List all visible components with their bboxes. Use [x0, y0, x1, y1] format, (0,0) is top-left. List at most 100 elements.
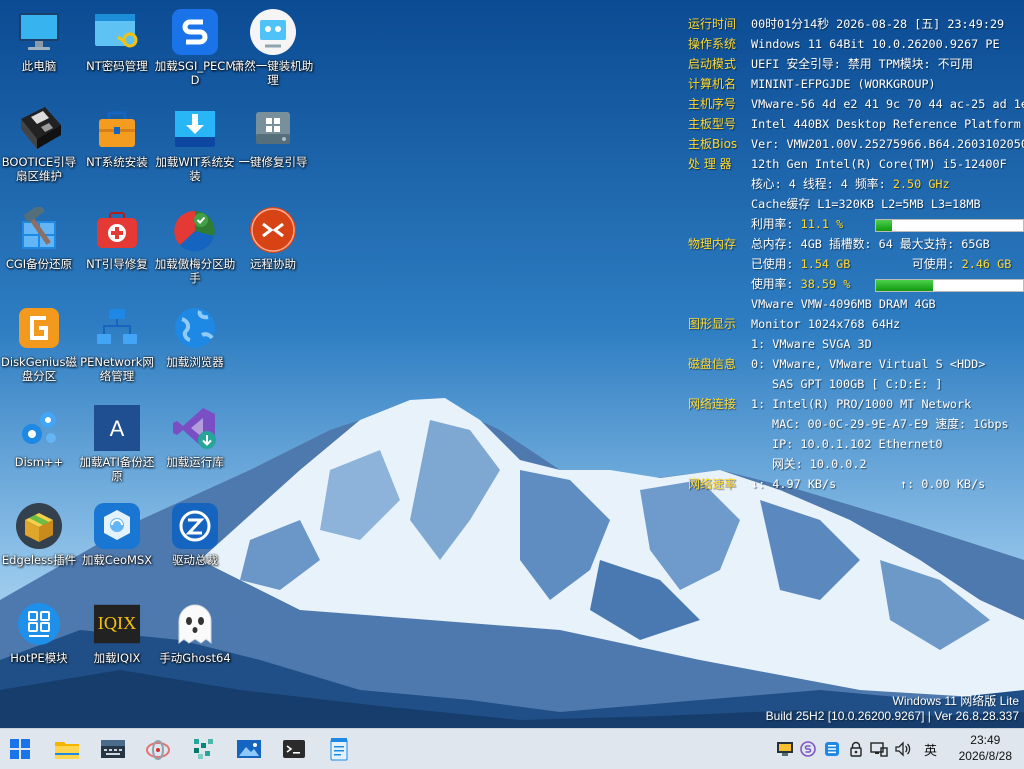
taskbar-clock[interactable]: 23:49 2026/8/28 — [959, 732, 1012, 764]
sysinfo-memory-usage: 38.59 % — [800, 277, 851, 291]
desktop-icon-iqix[interactable]: IQIX 加载IQIX — [78, 600, 156, 690]
sysinfo-display-adapter: 1: VMware SVGA 3D — [751, 337, 872, 351]
desktop-icon-ati-backup[interactable]: A 加载ATI备份还原 — [78, 404, 156, 494]
desktop-icon-penetwork[interactable]: PENetwork网络管理 — [78, 304, 156, 394]
desktop-icon-sgi-pecmd[interactable]: 加载SGI_PECMD — [155, 8, 235, 98]
taskbar-grid-app[interactable] — [190, 735, 218, 763]
sysinfo-serial-value: VMware-56 4d e2 41 9c 70 44 ac-25 ad 1e — [751, 97, 1024, 111]
sysinfo-memory-usage-label: 使用率: — [751, 277, 794, 291]
desktop-icon-edgeless[interactable]: Edgeless插件 — [0, 502, 78, 592]
remote-assist-icon — [249, 206, 297, 254]
tray-network-connection[interactable] — [870, 740, 888, 758]
sysinfo-runtime-row: 运行时间 00时01分14秒 2026-08-28 [五] 23:49:29 — [688, 14, 1024, 34]
notepad-icon — [330, 738, 348, 761]
desktop-icon-remote-assist[interactable]: 远程协助 — [234, 206, 312, 296]
desktop-icon-ghost64[interactable]: 手动Ghost64 — [156, 600, 234, 690]
desktop-icon-runtime[interactable]: 加载运行库 — [156, 404, 234, 494]
tray-network-status[interactable] — [776, 740, 794, 758]
gears-icon — [15, 404, 63, 452]
sysinfo-serial-key: 主机序号 — [688, 97, 737, 111]
sysinfo-bios-value: Ver: VMW201.00V.25275966.B64.2603102050 — [751, 137, 1024, 151]
sysinfo-display-key: 图形显示 — [688, 317, 737, 331]
desktop-icon-installer-assistant[interactable]: 潇然一键装机助理 — [233, 8, 313, 98]
desktop-icon-bootice[interactable]: BOOTICE引导扇区维护 — [0, 104, 78, 194]
tray-security-lock[interactable] — [847, 740, 865, 758]
network-icon — [93, 304, 141, 352]
sysinfo-display-adapter-row: 1: VMware SVGA 3D — [688, 334, 1024, 354]
desktop-icon-hotpe[interactable]: HotPE模块 — [0, 600, 78, 690]
first-aid-kit-icon — [93, 206, 141, 254]
ghost-icon — [171, 600, 219, 648]
hpm-icon — [15, 600, 63, 648]
sysinfo-cpu-cores: 核心: 4 线程: 4 频率: — [751, 177, 886, 191]
globe-icon — [171, 304, 219, 352]
desktop-icon-nt-password[interactable]: NT密码管理 — [78, 8, 156, 98]
sysinfo-speed-row: 网络速率 ↓: 4.97 KB/s ↑: 0.00 KB/s — [688, 474, 1024, 494]
clock-date: 2026/8/28 — [958, 749, 1012, 763]
watermark-build: Build 25H2 [10.0.26200.9267] | Ver 26.8.… — [765, 709, 1019, 723]
sysinfo-net-value: 1: Intel(R) PRO/1000 MT Network — [751, 397, 972, 411]
network-tool-icon — [146, 740, 170, 760]
desktop-icon-cgi-backup[interactable]: CGI备份还原 — [0, 206, 78, 296]
desktop-icon-diskgenius[interactable]: DiskGenius磁盘分区 — [0, 304, 78, 394]
sysinfo-board-value: Intel 440BX Desktop Reference Platform — [751, 117, 1021, 131]
desktop-icon-wit-install[interactable]: 加载WIT系统安装 — [155, 104, 235, 194]
input-language-indicator[interactable]: 英 — [924, 740, 937, 759]
cpu-usage-bar — [875, 219, 1024, 232]
grid-app-icon — [194, 739, 213, 759]
desktop-icon-this-pc[interactable]: 此电脑 — [0, 8, 78, 98]
desktop-icon-nt-install[interactable]: NT系统安装 — [78, 104, 156, 194]
tray-list-app[interactable] — [823, 740, 841, 758]
sysinfo-cpu-usage-label: 利用率: — [751, 217, 794, 231]
desktop-icon-boot-repair[interactable]: 一键修复引导 — [234, 104, 312, 194]
sysinfo-memory-module: VMware VMW-4096MB DRAM 4GB — [751, 297, 936, 311]
sysinfo-cpu-cache-row: Cache缓存 L1=320KB L2=5MB L3=18MB — [688, 194, 1024, 214]
start-button[interactable] — [6, 735, 34, 763]
desktop-icon-browser[interactable]: 加载浏览器 — [156, 304, 234, 394]
taskbar-notepad[interactable] — [325, 735, 353, 763]
start-icon — [10, 739, 30, 759]
desktop-icon-nt-boot-repair[interactable]: NT引导修复 — [78, 206, 156, 296]
sysinfo-disk-detail: SAS GPT 100GB [ C:D:E: ] — [772, 377, 943, 391]
taskbar-terminal[interactable] — [280, 735, 308, 763]
toolbox-icon — [93, 104, 141, 152]
computer-icon — [15, 8, 63, 56]
desktop-icon-aomei-partition[interactable]: 加载傲梅分区助手 — [155, 206, 235, 296]
sysinfo-memory-avail-label: 可使用: — [912, 257, 955, 271]
taskbar-image-viewer[interactable] — [235, 735, 263, 763]
sysinfo-memory-used-row: 已使用: 1.54 GB 可使用: 2.46 GB — [688, 254, 1024, 274]
sysinfo-os-key: 操作系统 — [688, 37, 737, 51]
iqix-icon: IQIX — [93, 600, 141, 648]
sysinfo-board-row: 主板型号 Intel 440BX Desktop Reference Platf… — [688, 114, 1024, 134]
sysinfo-cpu-cores-row: 核心: 4 线程: 4 频率: 2.50 GHz — [688, 174, 1024, 194]
sysinfo-computer-row: 计算机名 MININT-EFPGJDE (WORKGROUP) — [688, 74, 1024, 94]
svg-text:IQIX: IQIX — [98, 613, 136, 633]
sysinfo-speed-key: 网络速率 — [688, 477, 737, 491]
sysinfo-memory-key: 物理内存 — [688, 237, 737, 251]
package-box-icon — [15, 502, 63, 550]
drive-repair-icon — [249, 104, 297, 152]
sysinfo-memory-row: 物理内存 总内存: 4GB 插槽数: 64 最大支持: 65GB — [688, 234, 1024, 254]
desktop-icon-driver-president[interactable]: 驱动总裁 — [156, 502, 234, 592]
memory-usage-bar — [875, 279, 1024, 292]
floppy-disk-icon — [15, 104, 63, 152]
sysinfo-os-row: 操作系统 Windows 11 64Bit 10.0.26200.9267 PE — [688, 34, 1024, 54]
taskbar-keyboard-app[interactable] — [99, 735, 127, 763]
clock-time: 23:49 — [970, 733, 1001, 747]
svg-text:A: A — [110, 416, 125, 441]
sysinfo-speed-up: ↑: 0.00 KB/s — [900, 477, 986, 491]
ethernet-icon — [870, 742, 888, 757]
acronis-a-icon: A — [93, 404, 141, 452]
sysinfo-memory-avail: 2.46 GB — [961, 257, 1012, 271]
tray-app-s[interactable] — [799, 740, 817, 758]
taskbar-network-tool[interactable] — [144, 735, 172, 763]
desktop-icon-ceomsx[interactable]: 加载CeoMSX — [78, 502, 156, 592]
sysinfo-boot-key: 启动模式 — [688, 57, 737, 71]
desktop-icon-dism[interactable]: Dism++ — [0, 404, 78, 494]
sysinfo-boot-value: UEFI 安全引导: 禁用 TPM模块: 不可用 — [751, 57, 974, 71]
sysinfo-computer-key: 计算机名 — [688, 77, 737, 91]
sysinfo-disk-key: 磁盘信息 — [688, 357, 737, 371]
watermark-edition: Windows 11 网络版 Lite — [892, 694, 1020, 708]
taskbar-file-explorer[interactable] — [53, 735, 81, 763]
tray-volume[interactable] — [894, 740, 912, 758]
